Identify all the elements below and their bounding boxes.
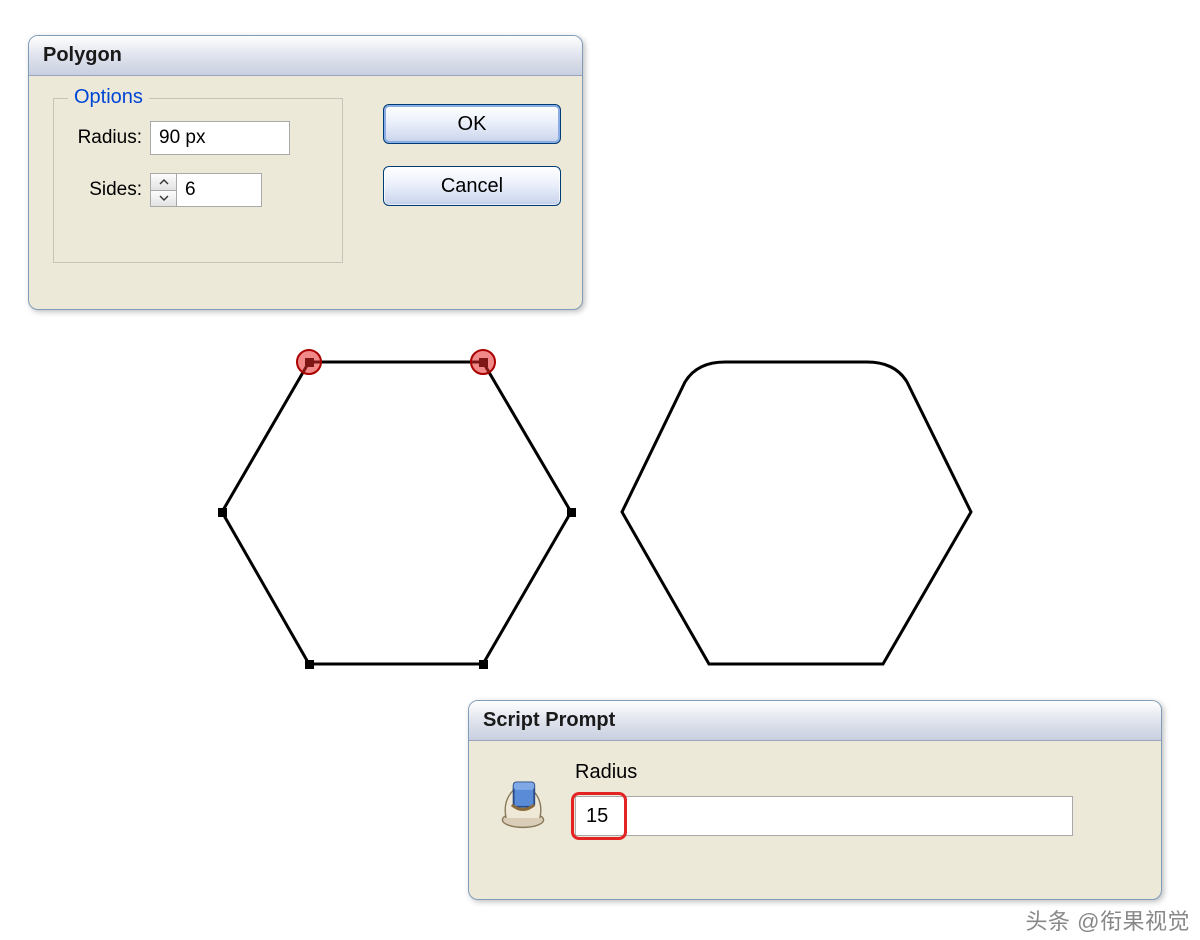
script-prompt-dialog: Script Prompt Radius	[468, 700, 1162, 900]
ok-button[interactable]: OK	[383, 104, 561, 144]
cancel-button[interactable]: Cancel	[383, 166, 561, 206]
sides-stepper	[150, 173, 262, 207]
sides-spinner	[151, 174, 177, 206]
polygon-dialog: Polygon Options Radius: Sides:	[28, 35, 583, 310]
chevron-down-icon	[159, 195, 169, 201]
script-prompt-titlebar[interactable]: Script Prompt	[469, 701, 1161, 741]
polygon-body: Options Radius: Sides:	[29, 76, 582, 309]
hexagon-canvas	[195, 340, 1025, 700]
dialog-buttons: OK Cancel	[383, 104, 561, 287]
hexagon-sharp	[218, 350, 576, 669]
script-input-wrap	[575, 796, 1073, 836]
script-scroll-icon	[493, 773, 553, 833]
hexagon-rounded	[622, 362, 971, 664]
sides-input[interactable]	[177, 174, 257, 206]
chevron-up-icon	[159, 179, 169, 185]
script-field-group: Radius	[575, 761, 1141, 836]
radius-field-row: Radius:	[70, 121, 326, 155]
script-radius-input[interactable]	[575, 796, 1073, 836]
radius-input[interactable]	[150, 121, 290, 155]
radius-label: Radius:	[70, 127, 142, 149]
sides-label: Sides:	[70, 179, 142, 201]
options-legend: Options	[68, 86, 149, 109]
script-prompt-label: Radius	[575, 761, 1141, 784]
script-prompt-body: Radius	[469, 741, 1161, 899]
sides-increment-button[interactable]	[151, 174, 176, 191]
script-prompt-title: Script Prompt	[483, 709, 615, 732]
polygon-title: Polygon	[43, 44, 122, 67]
polygon-titlebar[interactable]: Polygon	[29, 36, 582, 76]
options-groupbox: Options Radius: Sides:	[53, 98, 343, 263]
sides-decrement-button[interactable]	[151, 191, 176, 207]
sides-field-row: Sides:	[70, 173, 326, 207]
watermark-text: 头条 @衔果视觉	[1026, 904, 1190, 936]
